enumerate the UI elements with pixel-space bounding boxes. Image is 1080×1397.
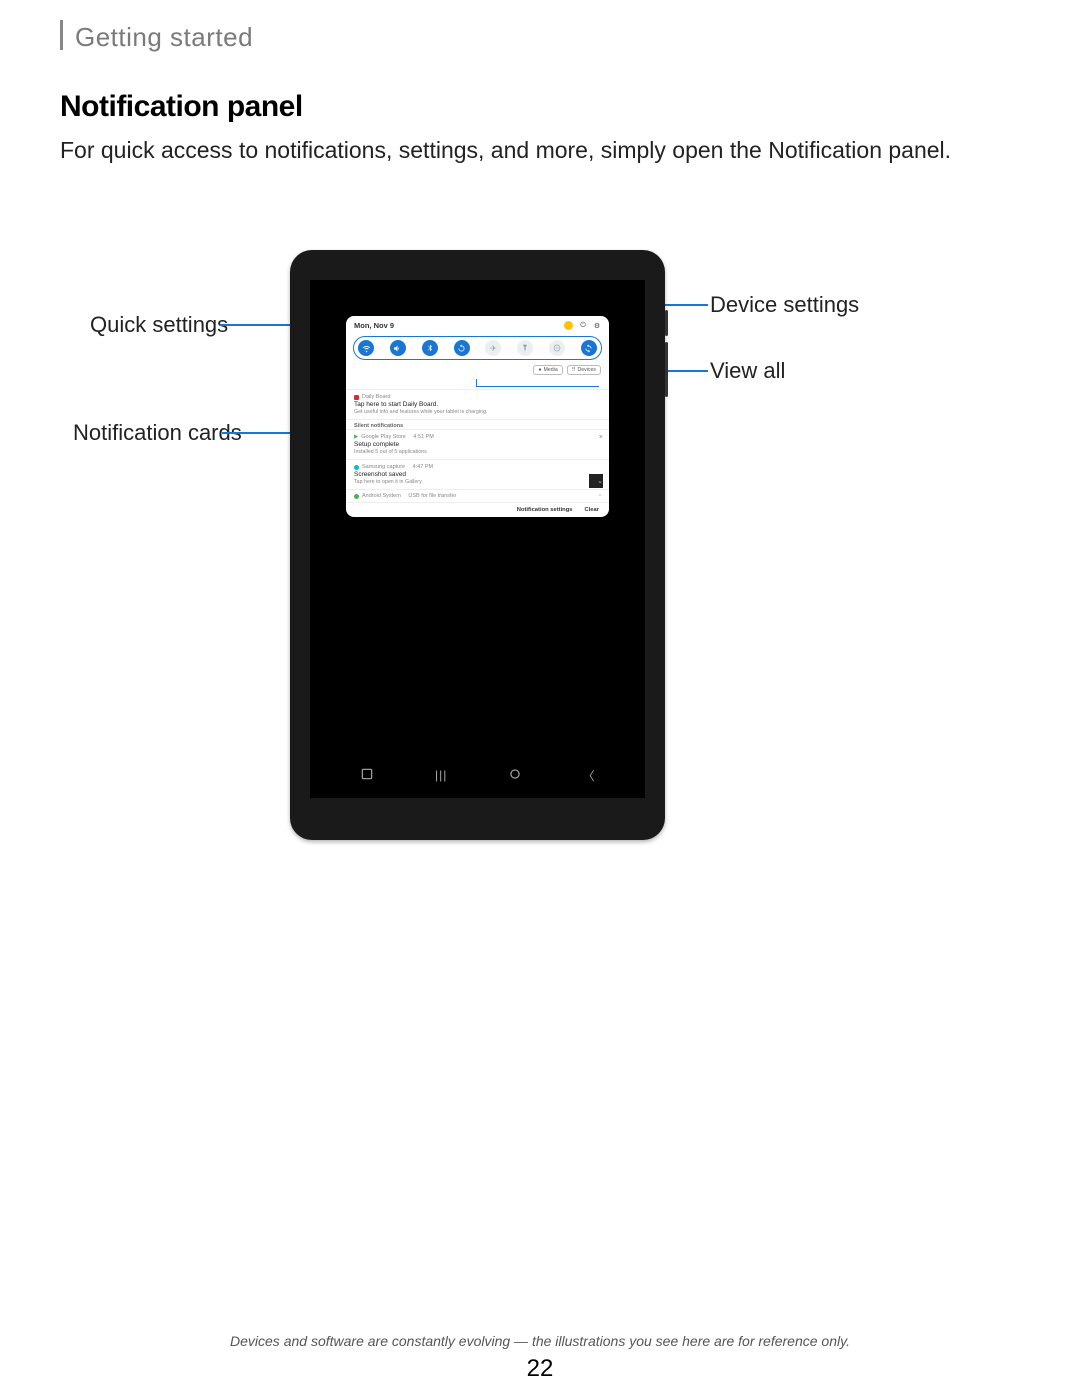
devices-button[interactable]: ⠿ Devices [567,365,601,375]
notification-panel: Mon, Nov 9 ⏻ ⚙ ✈ [346,316,609,517]
tablet-screen: Mon, Nov 9 ⏻ ⚙ ✈ [310,280,645,798]
wifi-icon[interactable] [358,340,374,356]
page-number: 22 [0,1355,1080,1383]
sound-icon[interactable] [390,340,406,356]
app-name: Android System [362,493,401,499]
card-subtitle: Get useful info and features while your … [354,409,601,415]
card-time: 4:51 PM [413,434,433,440]
quick-settings-row: ✈ [353,336,602,360]
card-time: 4:47 PM [413,464,433,470]
callout-quick-settings: Quick settings [90,312,228,338]
rotate-icon[interactable] [454,340,470,356]
section-header: Getting started [75,22,253,53]
notification-card-daily-board[interactable]: Daily Board Tap here to start Daily Boar… [346,389,609,419]
notification-panel-diagram: Quick settings Notification cards Device… [0,240,1080,890]
media-devices-row: ● Media ⠿ Devices [346,363,609,379]
card-title: USB for file transfer [408,493,456,499]
close-icon[interactable]: × [599,434,603,441]
flashlight-icon[interactable] [517,340,533,356]
silent-notifications-header: Silent notifications [346,419,609,429]
sync-icon[interactable] [581,340,597,356]
callout-view-all: View all [710,358,785,384]
back-nav-icon[interactable]: 〈 [583,767,595,784]
volume-button-illustration [665,342,668,397]
callout-notification-cards: Notification cards [73,420,242,446]
notification-card-screenshot[interactable]: ⌄ Samsung capture 4:47 PM Screenshot sav… [346,459,609,489]
power-icon[interactable]: ⏻ [579,322,587,330]
panel-footer: Notification settings Clear [346,502,609,517]
chevron-down-icon[interactable]: ⌄ [597,477,603,485]
gear-icon[interactable]: ⚙ [593,322,601,330]
chevron-down-icon[interactable]: ⌄ [597,490,603,498]
notification-settings-button[interactable]: Notification settings [517,507,573,513]
card-title: Tap here to start Daily Board. [354,401,601,408]
tablet-device-illustration: Mon, Nov 9 ⏻ ⚙ ✈ [290,250,665,840]
page-title: Notification panel [60,90,303,124]
card-subtitle: Tap here to open it in Gallery. [354,479,601,485]
media-button[interactable]: ● Media [533,365,562,375]
callout-device-settings: Device settings [710,292,859,318]
notification-card-play-store[interactable]: × ▶ Google Play Store 4:51 PM Setup comp… [346,429,609,459]
panel-header: Mon, Nov 9 ⏻ ⚙ [346,316,609,332]
app-name: Google Play Store [361,434,406,440]
card-subtitle: Installed 5 out of 5 applications [354,449,601,455]
panel-date: Mon, Nov 9 [354,321,394,330]
android-navbar: ||| 〈 [330,762,625,788]
view-all-indicator [476,379,599,387]
android-icon [354,494,359,499]
dnd-icon[interactable] [549,340,565,356]
app-icon [354,395,359,400]
media-label: Media [544,367,558,373]
screenshot-nav-icon[interactable] [360,767,374,784]
user-icon[interactable] [564,321,573,330]
home-nav-icon[interactable] [508,767,522,784]
notification-card-android-system[interactable]: ⌄ Android System USB for file transfer [346,489,609,502]
intro-paragraph: For quick access to notifications, setti… [60,134,1020,167]
clear-button[interactable]: Clear [584,507,599,513]
play-icon: ▶ [354,434,358,440]
app-name: Daily Board [362,394,390,400]
card-title: Setup complete [354,441,601,448]
app-icon [354,465,359,470]
header-accent-bar [60,20,63,50]
card-title: Screenshot saved [354,471,601,478]
airplane-icon[interactable]: ✈ [485,340,501,356]
devices-label: Devices [578,367,596,373]
bluetooth-icon[interactable] [422,340,438,356]
recents-nav-icon[interactable]: ||| [435,768,447,782]
footer-disclaimer: Devices and software are constantly evol… [0,1333,1080,1349]
app-name: Samsung capture [362,464,405,470]
power-button-illustration [665,310,668,336]
